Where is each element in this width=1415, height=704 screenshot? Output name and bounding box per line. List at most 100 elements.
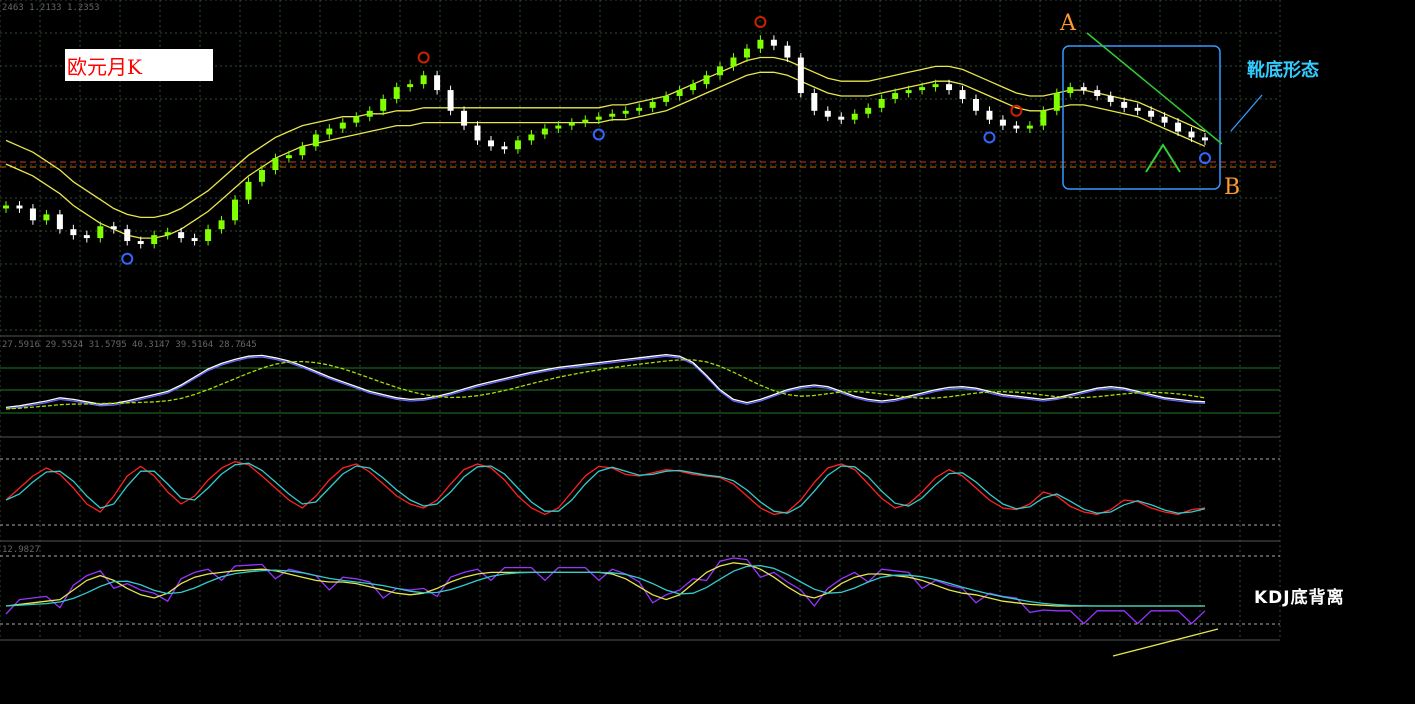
- divergence-label: KDJ底背离: [1254, 588, 1345, 608]
- candle-body: [743, 48, 750, 58]
- indicator3-readout: 12.9827: [2, 545, 40, 555]
- candle-body: [649, 101, 656, 108]
- candle-body: [434, 75, 441, 91]
- candle-body: [1107, 96, 1114, 102]
- candle-body: [1121, 101, 1128, 108]
- pointer-arrow: [1230, 94, 1263, 132]
- candle-body: [986, 110, 993, 120]
- candle-body: [83, 235, 90, 239]
- candle-body: [1148, 110, 1155, 117]
- candle-body: [609, 113, 616, 117]
- candle-body: [1026, 125, 1033, 129]
- candle-body: [137, 241, 144, 244]
- candle-body: [56, 214, 63, 230]
- chart-title-box: 欧元月K: [65, 49, 213, 81]
- label-b: B: [1224, 175, 1241, 200]
- fractal-down-marker: [983, 131, 996, 144]
- candle-body: [555, 125, 562, 129]
- candle-body: [690, 84, 697, 91]
- candle-body: [959, 90, 966, 99]
- pattern-box: [1062, 45, 1221, 190]
- candle-body: [447, 90, 454, 111]
- candle-body: [663, 96, 670, 102]
- candle-body: [3, 205, 9, 209]
- price-readout: 2463 1.2133 1.2353: [2, 3, 100, 13]
- indicator1-readout: 27.5916 29.5524 31.5795 40.3147 39.5164 …: [2, 340, 257, 350]
- candle-body: [501, 146, 508, 150]
- candle-body: [1067, 87, 1074, 94]
- candle-body: [487, 140, 494, 147]
- chart-title: 欧元月K: [67, 55, 142, 79]
- candle-body: [838, 116, 845, 120]
- candle-body: [420, 75, 427, 85]
- candle-body: [393, 87, 400, 99]
- fractal-down-marker: [121, 252, 134, 265]
- candle-body: [461, 110, 468, 126]
- candle-body: [582, 119, 589, 123]
- candle-body: [164, 232, 171, 236]
- candle-body: [528, 134, 535, 141]
- candle-body: [999, 119, 1006, 126]
- candle-body: [541, 128, 548, 135]
- candle-body: [865, 107, 872, 114]
- candle-body: [514, 140, 521, 150]
- candle-body: [1040, 110, 1047, 126]
- candle-body: [366, 110, 373, 117]
- candle-body: [326, 128, 333, 135]
- candle-body: [151, 235, 158, 244]
- candle-body: [919, 87, 926, 91]
- candle-body: [905, 90, 912, 94]
- candle-body: [1161, 116, 1168, 123]
- candle-body: [568, 122, 575, 126]
- candle-body: [258, 170, 265, 182]
- divergence-line: [1112, 628, 1219, 657]
- candle-body: [1094, 90, 1101, 96]
- candle-body: [474, 125, 481, 141]
- bollinger-lower-line: [5, 71, 1206, 239]
- candle-body: [1053, 93, 1060, 111]
- candle-body: [339, 122, 346, 129]
- label-a: A: [1060, 11, 1076, 36]
- candle-body: [1202, 137, 1208, 141]
- candle-body: [312, 134, 319, 147]
- candle-body: [232, 199, 239, 221]
- candle-body: [285, 155, 292, 159]
- candle-body: [16, 205, 23, 209]
- pattern-label: 靴底形态: [1247, 60, 1319, 81]
- trend-line: [1086, 32, 1223, 145]
- candle-body: [299, 146, 306, 156]
- bollinger-upper-line: [5, 56, 1206, 219]
- candle-body: [770, 39, 777, 46]
- candle-body: [757, 39, 764, 49]
- candle-body: [110, 226, 117, 230]
- candle-body: [824, 110, 831, 117]
- candle-body: [178, 232, 185, 239]
- candle-body: [932, 84, 939, 88]
- candle-body: [972, 98, 979, 111]
- candle-body: [811, 93, 818, 111]
- candle-body: [636, 107, 643, 111]
- candle-body: [717, 66, 724, 76]
- candle-body: [1080, 87, 1087, 91]
- candle-body: [218, 220, 225, 230]
- candle-body: [797, 57, 804, 94]
- fractal-down-marker: [592, 128, 605, 141]
- candle-body: [191, 238, 198, 242]
- candle-body: [70, 229, 77, 236]
- chart-canvas: [0, 0, 1281, 657]
- candle-body: [622, 110, 629, 114]
- candle-body: [43, 214, 50, 221]
- fractal-up-marker: [417, 51, 430, 64]
- candle-body: [1188, 131, 1195, 138]
- candle-body: [730, 57, 737, 67]
- osc3-yellow-line: [5, 562, 1205, 607]
- candle-body: [380, 98, 387, 111]
- candle-body: [97, 226, 104, 239]
- candle-body: [703, 75, 710, 85]
- osc3-cyan-line: [5, 564, 1205, 607]
- candle-body: [272, 158, 279, 170]
- candle-body: [892, 93, 899, 99]
- boot-shape-line: [1145, 143, 1181, 173]
- candle-body: [205, 229, 212, 242]
- candle-body: [407, 84, 414, 88]
